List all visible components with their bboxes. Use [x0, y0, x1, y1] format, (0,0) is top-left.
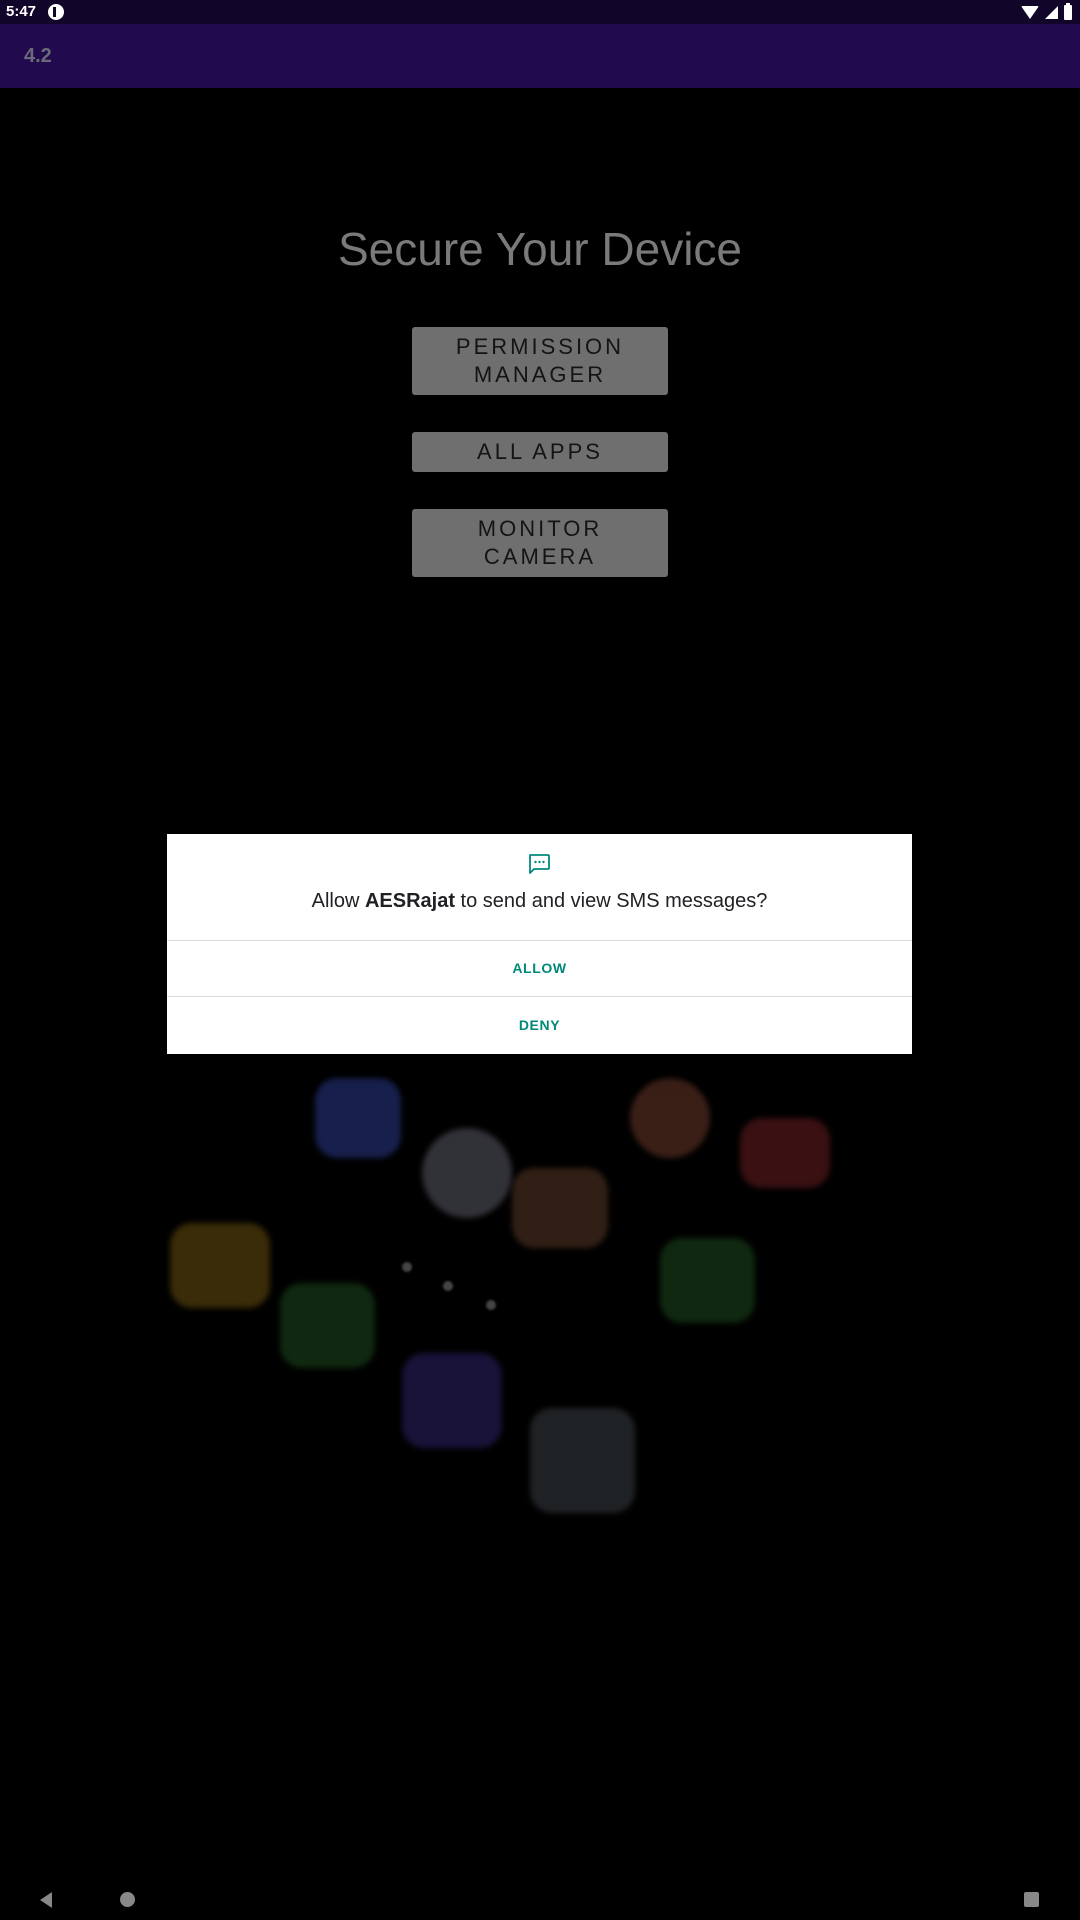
wallpaper-app-icon: [422, 1128, 512, 1218]
app-title: 4.2: [24, 45, 52, 67]
button-label-line1: PERMISSION: [455, 334, 625, 359]
back-icon[interactable]: [40, 1892, 52, 1908]
wallpaper-dot: [443, 1281, 453, 1291]
wallpaper-app-icon: [280, 1283, 375, 1368]
signal-icon: [1045, 5, 1058, 19]
dialog-message: Allow AESRajat to send and view SMS mess…: [167, 890, 912, 913]
all-apps-button[interactable]: ALL APPS: [412, 432, 668, 472]
wallpaper-app-icon: [402, 1353, 502, 1448]
wallpaper-app-icon: [530, 1408, 635, 1513]
wallpaper-app-icon: [630, 1078, 710, 1158]
sms-icon: [529, 854, 550, 874]
deny-button[interactable]: DENY: [167, 997, 912, 1054]
wallpaper-app-icon: [660, 1238, 755, 1323]
button-label: PERMISSION MANAGER: [456, 333, 624, 389]
message-suffix: to send and view SMS messages?: [455, 890, 768, 912]
wallpaper-app-icon: [315, 1078, 401, 1158]
app-name: AESRajat: [364, 890, 455, 912]
app-bar: 4.2: [0, 24, 1080, 88]
allow-button[interactable]: ALLOW: [167, 940, 912, 996]
wallpaper-app-icon: [512, 1168, 608, 1248]
button-label: MONITOR CAMERA: [478, 515, 602, 571]
wallpaper-dot: [486, 1300, 496, 1310]
wallpaper-app-icon: [170, 1223, 270, 1308]
battery-icon: [1064, 2, 1072, 20]
button-label-line2: MANAGER: [473, 362, 607, 387]
permission-dialog: Allow AESRajat to send and view SMS mess…: [167, 834, 912, 1054]
recents-icon[interactable]: [1024, 1892, 1039, 1907]
permission-manager-button[interactable]: PERMISSION MANAGER: [412, 327, 668, 395]
button-label-line1: MONITOR: [477, 516, 603, 541]
status-time: 5:47: [6, 3, 37, 20]
button-label-line2: CAMERA: [483, 544, 597, 569]
page-title: Secure Your Device: [337, 223, 743, 275]
wallpaper-app-icon: [740, 1118, 830, 1188]
wifi-icon: [1021, 5, 1039, 19]
status-icons: [1021, 2, 1072, 21]
home-icon[interactable]: [120, 1892, 135, 1907]
notification-icon: [48, 4, 64, 20]
monitor-camera-button[interactable]: MONITOR CAMERA: [412, 509, 668, 577]
wallpaper-dot: [402, 1262, 412, 1272]
message-prefix: Allow: [311, 890, 365, 912]
status-bar: 5:47: [0, 0, 1080, 24]
navigation-bar: [0, 1878, 1080, 1920]
button-label: ALL APPS: [477, 439, 603, 464]
